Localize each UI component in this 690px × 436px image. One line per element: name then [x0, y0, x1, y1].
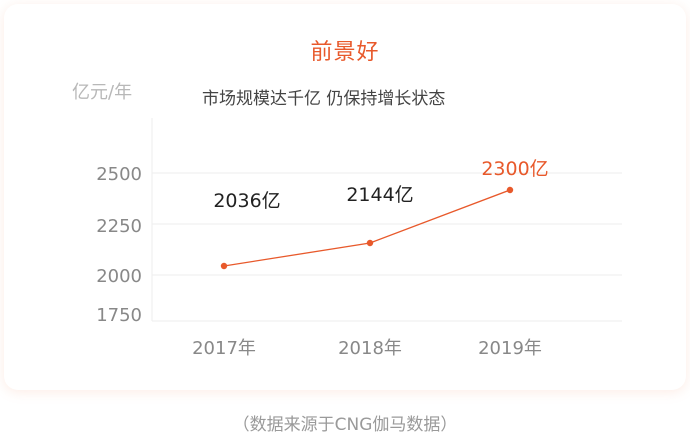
- data-point: [506, 186, 514, 194]
- y-tick-label: 1750: [96, 305, 142, 326]
- y-tick-label: 2000: [96, 266, 142, 287]
- data-label: 2300亿: [481, 158, 548, 180]
- data-point: [366, 239, 374, 247]
- data-point: [220, 262, 228, 270]
- data-label: 2144亿: [346, 184, 413, 206]
- data-label: 2036亿: [213, 190, 280, 212]
- x-tick-label: 2019年: [478, 338, 542, 359]
- y-tick-label: 2500: [96, 164, 142, 185]
- x-tick-label: 2017年: [192, 338, 256, 359]
- line-chart: 1750 2000 2250 2500 2017年 2018年 2019年 2036亿 2144…: [96, 118, 622, 359]
- data-source-note: （数据来源于CNG伽马数据）: [232, 415, 458, 435]
- x-tick-label: 2018年: [338, 338, 402, 359]
- y-tick-label: 2250: [96, 216, 142, 237]
